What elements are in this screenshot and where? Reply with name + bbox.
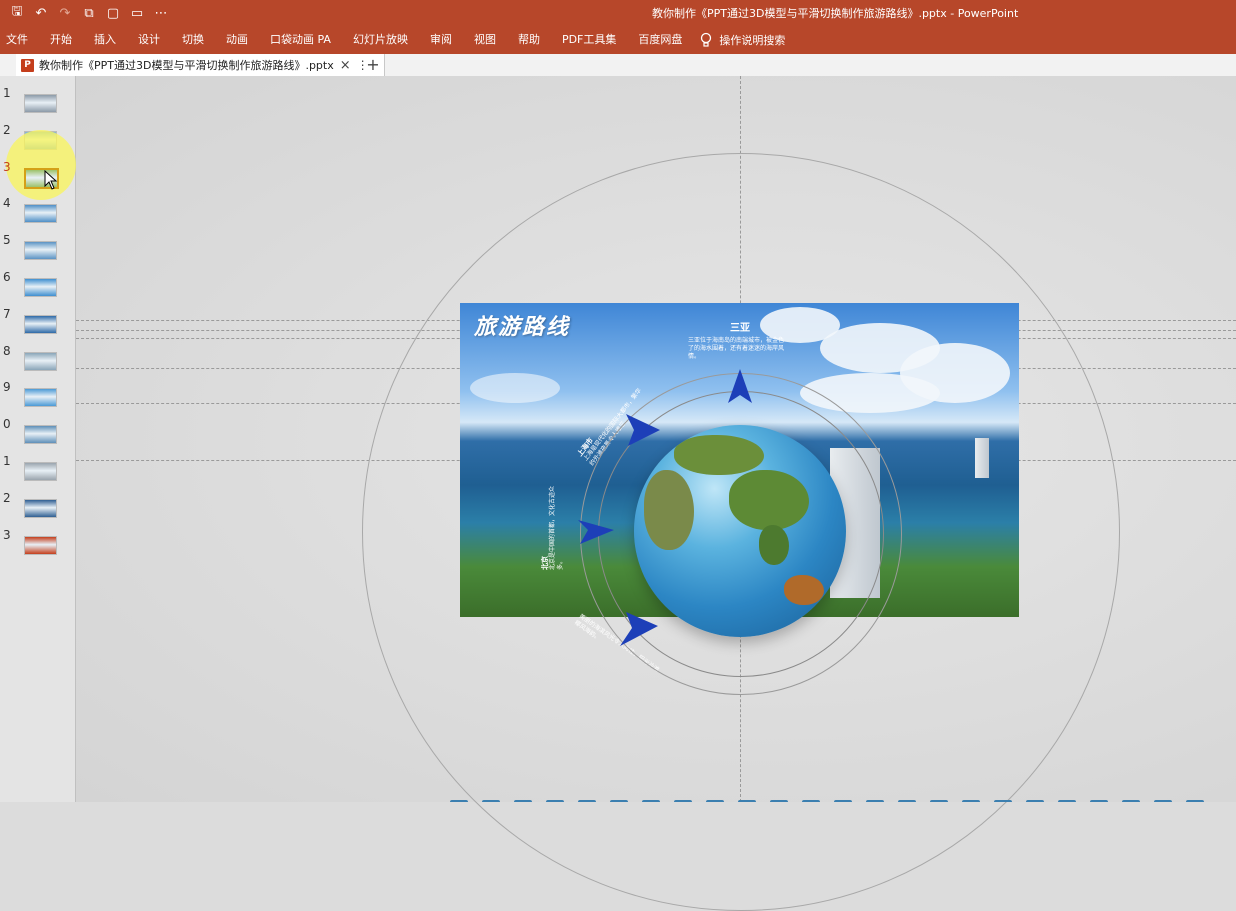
slide-thumbnail-row[interactable]: 5 (0, 233, 75, 263)
redo-icon[interactable]: ↷ (54, 3, 76, 23)
ribbon-tab[interactable]: 动画 (215, 26, 259, 54)
slide-thumbnail[interactable] (24, 351, 57, 371)
slide-thumbnail-row[interactable]: 6 (0, 270, 75, 300)
close-tab-icon[interactable]: × (340, 58, 351, 73)
tell-me-search[interactable]: 操作说明搜索 (699, 32, 785, 48)
ribbon-tab[interactable]: 插入 (83, 26, 127, 54)
ribbon-tab[interactable]: 切换 (171, 26, 215, 54)
next-slide-text-partial (450, 795, 1230, 802)
slide-thumbnail[interactable] (24, 278, 57, 297)
route-arrow-top[interactable] (726, 369, 754, 405)
save-icon[interactable]: 🖫 (6, 3, 28, 23)
slide-number: 1 (3, 86, 11, 100)
cursor-highlight (6, 129, 76, 200)
document-tab-bar: ⎘ P 教你制作《PPT通过3D模型与平滑切换制作旅游路线》.pptx × ⋮ … (0, 54, 1236, 123)
open-icon[interactable]: ▭ (126, 3, 148, 23)
slide-thumbnail[interactable] (24, 462, 57, 481)
slide-thumbnail-row[interactable]: 3 (0, 129, 76, 200)
3d-globe-model[interactable] (634, 425, 846, 637)
mouse-cursor-icon (44, 170, 58, 190)
slide-thumbnail[interactable] (24, 204, 57, 224)
slide-thumbnail[interactable] (24, 425, 57, 445)
document-tab[interactable]: P 教你制作《PPT通过3D模型与平滑切换制作旅游路线》.pptx × ⋮ (16, 54, 385, 76)
slide-number: 0 (3, 417, 11, 432)
destination-label: 三亚 (730, 323, 750, 334)
slide-title: 旅游路线 (474, 314, 571, 340)
slide-thumbnail-row[interactable]: 8 (0, 344, 75, 374)
slide-thumbnail-row[interactable]: 1 (0, 86, 75, 116)
slide-thumbnail[interactable] (24, 314, 57, 334)
landmass (644, 470, 694, 550)
new-icon[interactable]: ▢ (102, 3, 124, 23)
left-route-label: 北京 (541, 556, 549, 570)
destination-description: 三亚位于海南岛的南端城市，被金色了的海水围着，还有着迷迷的海岸风情。 (688, 337, 785, 360)
route-arrow-upper-left[interactable] (624, 414, 660, 446)
ribbon-tab[interactable]: 视图 (463, 26, 507, 54)
slide-thumbnail-row[interactable]: 0 (0, 417, 75, 447)
slide-thumbnail[interactable] (24, 241, 57, 261)
ribbon-tab[interactable]: 文件 (0, 26, 39, 54)
landmass (674, 435, 764, 475)
tower-building (975, 438, 989, 478)
slide-number: 6 (3, 270, 11, 284)
slide-thumbnail-row[interactable]: 4 (0, 196, 75, 226)
route-arrow-lower-left[interactable] (620, 612, 658, 646)
slide-thumbnail-row[interactable]: 9 (0, 380, 75, 410)
quick-access-toolbar: 🖫 ↶ ↷ ⧉ ▢ ▭ ⋯ (6, 3, 172, 23)
lightbulb-icon (701, 32, 712, 47)
landmass (759, 525, 789, 565)
landmass (729, 470, 809, 530)
ribbon-tab[interactable]: 设计 (127, 26, 171, 54)
slide-number: 3 (3, 527, 11, 542)
slide-thumbnail[interactable] (24, 498, 57, 518)
slide-thumbnail[interactable] (24, 388, 57, 408)
slide-thumbnail-row[interactable]: 3 (0, 528, 75, 558)
cloud (470, 373, 560, 403)
slide-thumbnail-panel: 1 2 3 4 5 6 7 8 9 0 1 2 3 (0, 76, 76, 802)
slide-number: 8 (3, 343, 11, 358)
route-arrow-left[interactable] (578, 516, 614, 546)
ribbon-tab[interactable]: 口袋动画 PA (259, 26, 342, 54)
slide-number: 1 (3, 454, 11, 468)
slide-thumbnail-row[interactable]: 1 (0, 454, 75, 484)
slide-thumbnail[interactable] (24, 535, 57, 555)
slideshow-icon[interactable]: ⧉ (78, 3, 100, 23)
ribbon-tab[interactable]: 开始 (39, 26, 83, 54)
left-route-text: 北京 北京是中国的首都，文化古迹众多。 (541, 480, 565, 570)
ribbon-tab[interactable]: 幻灯片放映 (342, 26, 419, 54)
landmass (784, 575, 824, 605)
slide-number: 3 (3, 159, 11, 174)
slide-number: 9 (3, 380, 11, 395)
undo-icon[interactable]: ↶ (30, 3, 52, 23)
title-bar: 🖫 ↶ ↷ ⧉ ▢ ▭ ⋯ 教你制作《PPT通过3D模型与平滑切换制作旅游路线》.pptx … (0, 0, 1236, 26)
ribbon-tabs: 文件 开始 插入 设计 切换 动画 口袋动画 PA 幻灯片放映 审阅 视图 帮助 PDF工具集 百度网盘… (0, 26, 1236, 54)
powerpoint-icon: P (21, 58, 34, 72)
new-tab-button[interactable]: + (364, 55, 382, 75)
slide-number: 7 (3, 306, 11, 321)
document-tab-title: 教你制作《PPT通过3D模型与平滑切换制作旅游路线》.pptx (39, 59, 334, 72)
slide-thumbnail-row[interactable]: 2 (0, 491, 75, 521)
slide-number: 4 (3, 196, 11, 211)
ribbon-tab[interactable]: 百度网盘 (627, 26, 693, 54)
tell-me-label: 操作说明搜索 (719, 34, 786, 47)
ribbon-tab[interactable]: 帮助 (507, 26, 551, 54)
slide-number: 2 (3, 490, 11, 505)
slide-number: 2 (3, 122, 11, 137)
slide-thumbnail[interactable] (24, 94, 57, 113)
customize-icon[interactable]: ⋯ (150, 3, 172, 23)
slide-thumbnail-row[interactable]: 7 (0, 307, 75, 337)
ribbon-tab[interactable]: 审阅 (419, 26, 463, 54)
ribbon-tab[interactable]: PDF工具集 (551, 26, 627, 54)
left-route-description: 北京是中国的首都，文化古迹众多。 (549, 485, 564, 570)
slide-number: 5 (3, 233, 11, 248)
window-title: 教你制作《PPT通过3D模型与平滑切换制作旅游路线》.pptx - PowerP… (652, 7, 1019, 20)
